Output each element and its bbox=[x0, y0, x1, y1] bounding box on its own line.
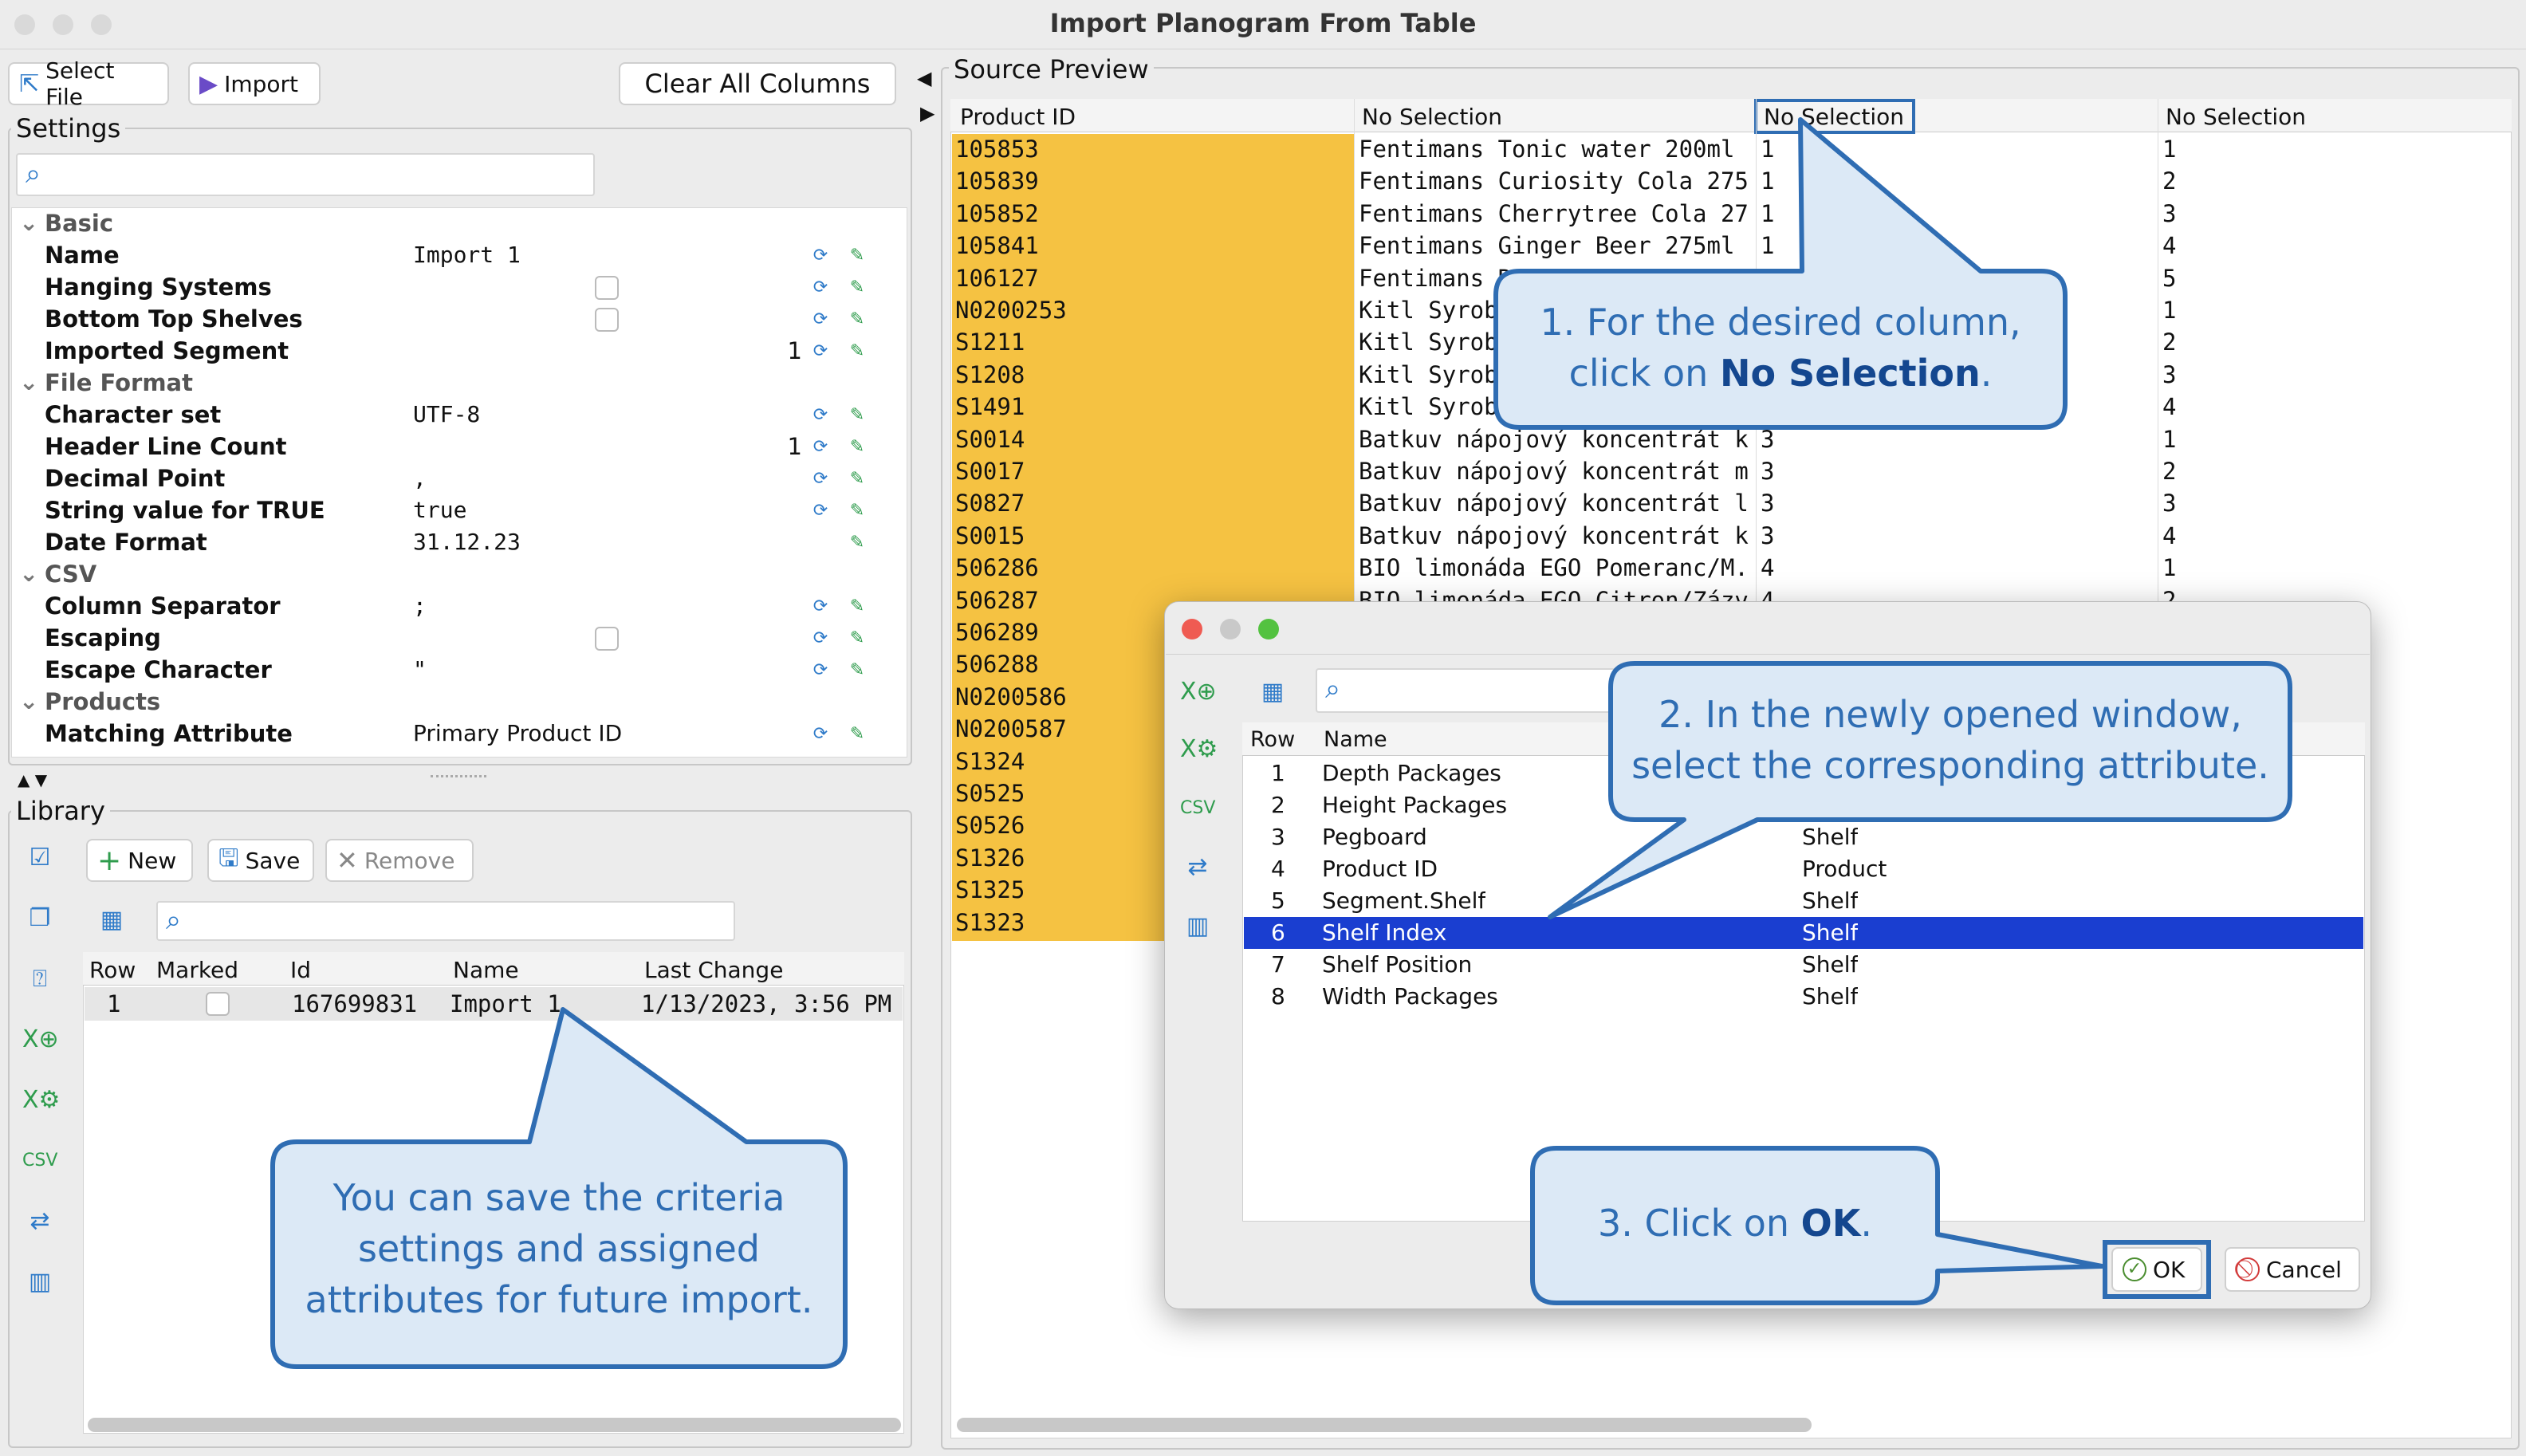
callout-2: 2. In the newly opened window, select th… bbox=[1631, 693, 2269, 787]
callout-save: You can save the criteria settings and a… bbox=[305, 1176, 813, 1321]
ok-button-highlight bbox=[2103, 1240, 2211, 1299]
callout-1: 1. For the desired column, click on No S… bbox=[1540, 301, 2021, 395]
callout-3: 3. Click on OK. bbox=[1597, 1202, 1873, 1245]
